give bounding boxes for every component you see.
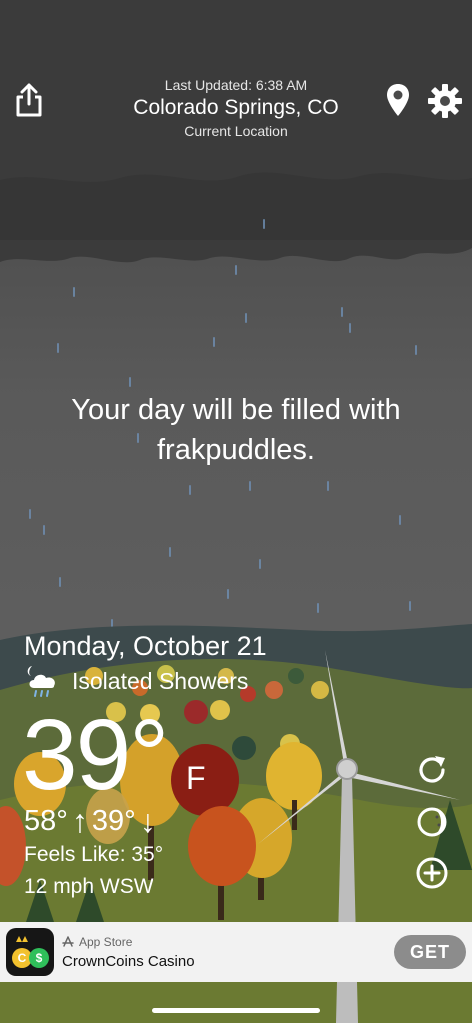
- date-label: Monday, October 21: [24, 631, 267, 661]
- ad-banner[interactable]: C $ App Store CrownCoins Casino GET: [0, 922, 472, 982]
- svg-text:C: C: [18, 951, 27, 965]
- app-store-label: App Store: [62, 935, 132, 949]
- current-temperature: 39°: [22, 699, 169, 811]
- plus-circle-icon: [416, 857, 448, 889]
- wind-text: 12 mph WSW: [24, 875, 154, 898]
- temperature-unit[interactable]: F: [186, 760, 206, 797]
- app-store-text: App Store: [79, 935, 133, 949]
- gear-icon: [428, 84, 462, 118]
- add-location-button[interactable]: [414, 855, 450, 891]
- moon-cloud-rain-icon: [27, 666, 55, 697]
- arrow-down-icon: ↓: [139, 803, 156, 839]
- refresh-button[interactable]: [414, 752, 450, 788]
- svg-text:$: $: [36, 951, 43, 965]
- settings-button[interactable]: [424, 80, 466, 122]
- condition-text: Isolated Showers: [72, 667, 249, 694]
- moon-phase-button[interactable]: [414, 804, 450, 840]
- feels-like-text: Feels Like: 35°: [24, 843, 164, 866]
- location-button[interactable]: [384, 80, 412, 120]
- high-temperature: 58°: [24, 805, 68, 837]
- high-low-row: 58° ↑ 39° ↓: [24, 803, 160, 840]
- get-button[interactable]: GET: [394, 935, 466, 969]
- app-icon: C $: [6, 928, 54, 976]
- home-indicator[interactable]: [152, 1008, 320, 1013]
- weather-scene-background: [0, 0, 472, 1023]
- condition-row: Isolated Showers: [24, 664, 248, 698]
- refresh-icon: [419, 756, 445, 783]
- arrow-up-icon: ↑: [71, 803, 88, 839]
- location-pin-icon: [387, 84, 409, 116]
- low-temperature: 39°: [91, 805, 136, 837]
- app-store-icon: [62, 936, 74, 947]
- moon-phase-icon: [417, 807, 447, 837]
- ad-app-name: CrownCoins Casino: [62, 953, 195, 970]
- current-location-label: Current Location: [184, 123, 288, 139]
- forecast-message: Your day will be filled with frakpuddles…: [71, 394, 401, 466]
